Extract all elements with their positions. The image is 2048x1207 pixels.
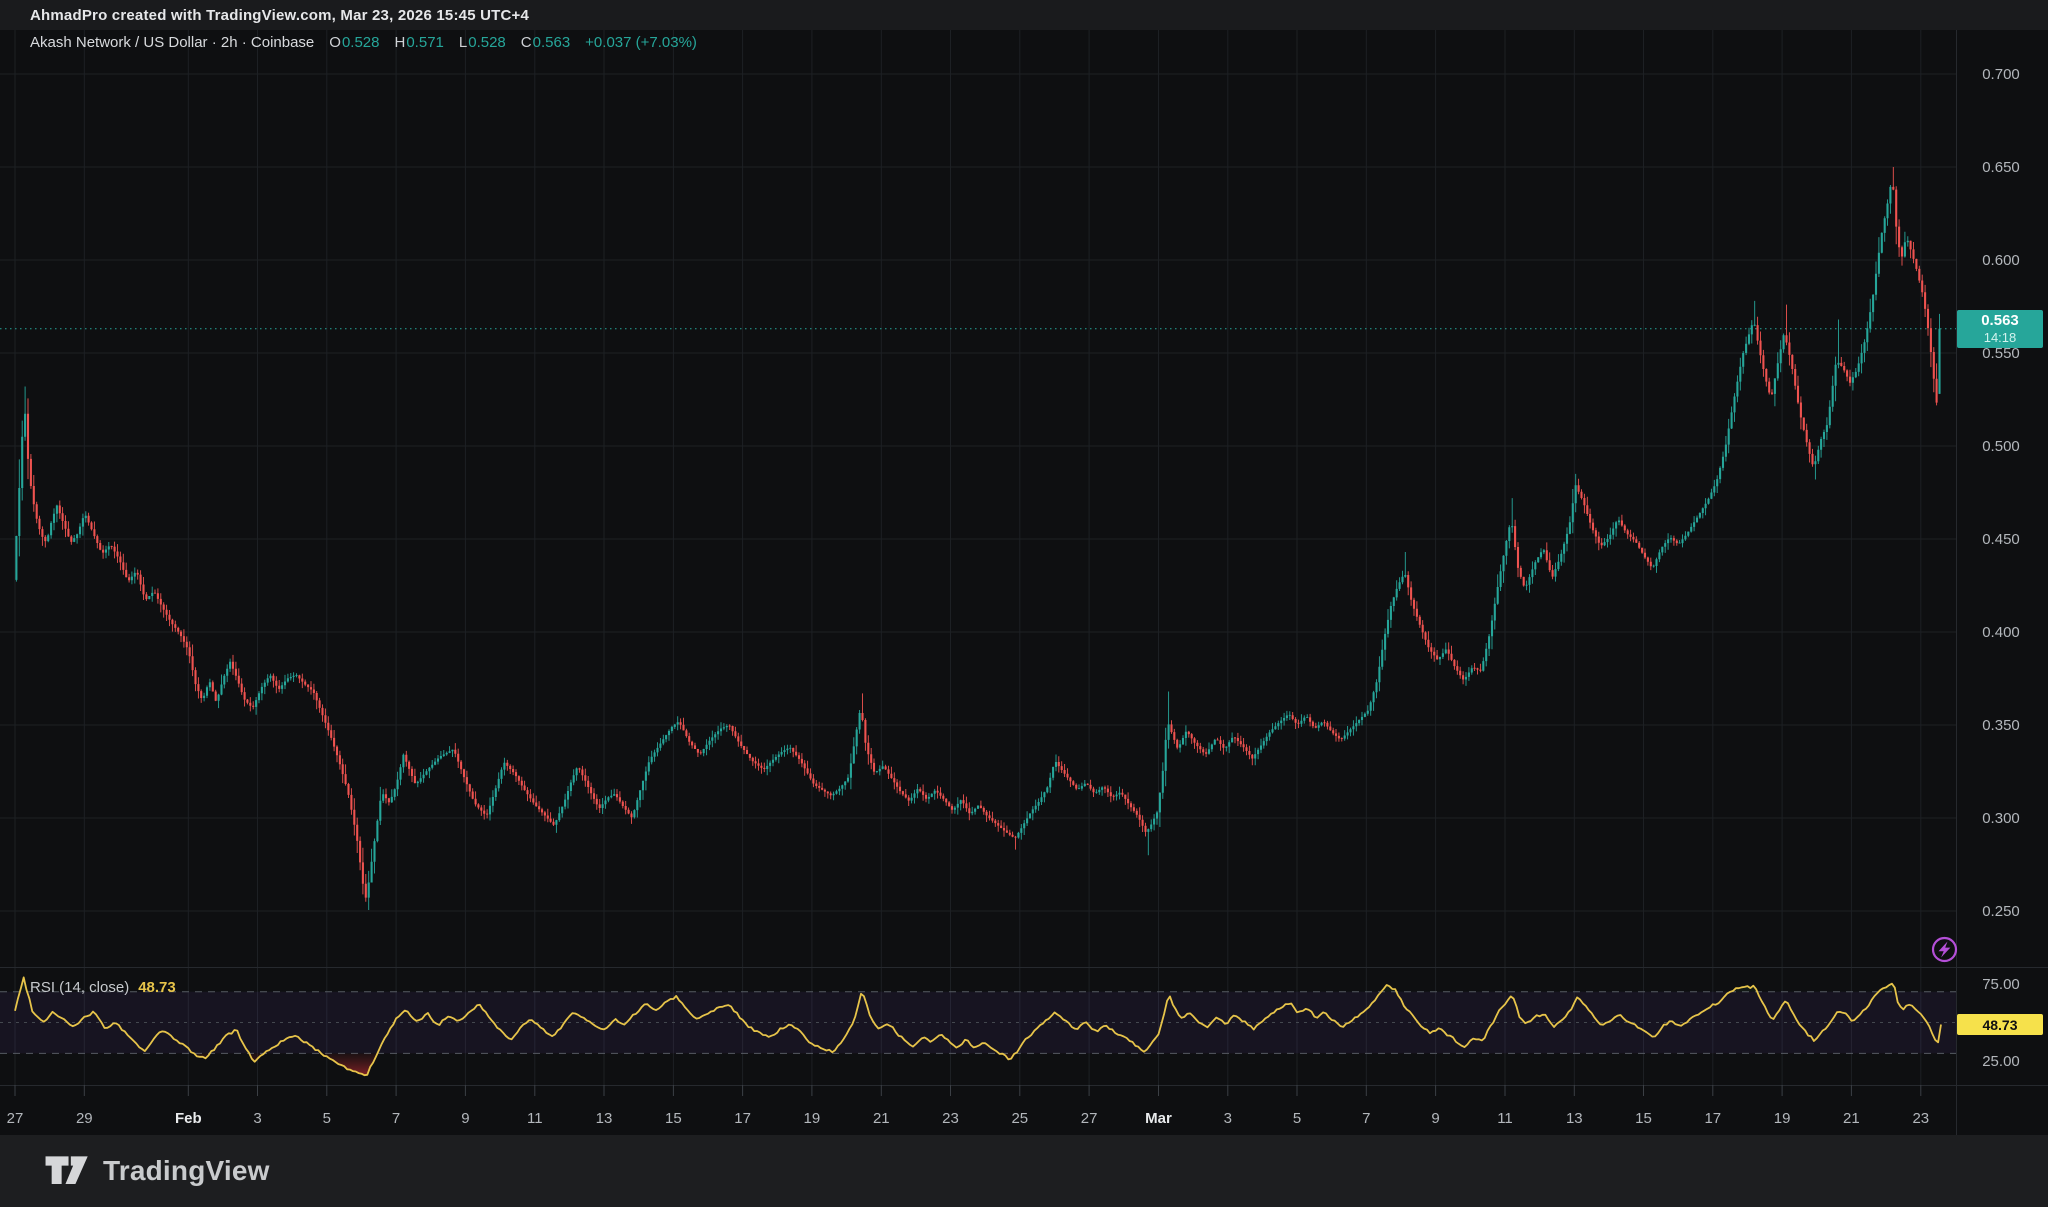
rsi-indicator-value: 48.73 [138, 979, 176, 996]
attribution-bar: AhmadPro created with TradingView.com, M… [0, 0, 2048, 30]
price-axis-tick: 0.400 [1982, 624, 2020, 641]
rsi-value-label: 48.73 [1957, 1014, 2043, 1035]
tradingview-brand-text[interactable]: TradingView [103, 1155, 270, 1187]
price-axis-tick: 0.250 [1982, 903, 2020, 920]
attribution-text: AhmadPro created with TradingView.com, M… [30, 7, 529, 24]
time-axis-tick: 9 [1431, 1110, 1439, 1127]
symbol-title[interactable]: Akash Network / US Dollar · 2h · Coinbas… [30, 34, 314, 51]
rsi-pane [0, 977, 1956, 1075]
price-axis-tick: 0.600 [1982, 252, 2020, 269]
rsi-indicator-title: RSI (14, close) [30, 979, 129, 996]
price-axis-tick: 0.650 [1982, 159, 2020, 176]
price-change: +0.037 (+7.03%) [585, 34, 697, 51]
up-candle-bodies [16, 187, 1939, 898]
ohlc-high: H0.571 [395, 34, 444, 51]
tradingview-widget: 0.7000.6500.6000.5500.5000.4500.4000.350… [0, 0, 2048, 1207]
time-axis-tick: 13 [1566, 1110, 1583, 1127]
ohlc-low: L0.528 [459, 34, 506, 51]
price-axis-tick: 0.350 [1982, 717, 2020, 734]
time-axis-tick: 21 [873, 1110, 890, 1127]
rsi-axis-tick: 25.00 [1982, 1053, 2020, 1070]
time-axis-tick: 3 [1224, 1110, 1232, 1127]
grid-layer [0, 30, 1956, 1085]
time-axis-tick: 5 [323, 1110, 331, 1127]
time-axis-tick: 13 [596, 1110, 613, 1127]
time-axis-tick: 7 [392, 1110, 400, 1127]
rsi-axis-tick: 75.00 [1982, 976, 2020, 993]
last-price-value: 0.563 [1981, 312, 2019, 330]
rsi-indicator-legend[interactable]: RSI (14, close) 48.73 [30, 979, 176, 996]
time-axis-tick: 17 [1704, 1110, 1721, 1127]
time-axis-tick: 11 [1497, 1110, 1513, 1127]
time-axis-tick: 15 [665, 1110, 682, 1127]
time-axis-tick: 17 [734, 1110, 751, 1127]
time-axis-tick: 25 [1011, 1110, 1028, 1127]
tradingview-logo-icon[interactable] [44, 1153, 90, 1189]
price-axis-tick: 0.500 [1982, 438, 2020, 455]
down-candle-bodies [28, 187, 1937, 898]
last-price-label: 0.563 14:18 [1957, 310, 2043, 348]
price-axis-tick: 0.300 [1982, 810, 2020, 827]
time-axis-tick: 23 [1912, 1110, 1929, 1127]
candle-countdown: 14:18 [1984, 330, 2017, 346]
chart-canvas[interactable]: 0.7000.6500.6000.5500.5000.4500.4000.350… [0, 0, 2048, 1207]
boost-button[interactable] [1928, 933, 1961, 966]
lightning-icon [1939, 942, 1951, 958]
time-axis-tick: 21 [1843, 1110, 1860, 1127]
time-axis-tick: 19 [1774, 1110, 1791, 1127]
time-axis-tick: 27 [1081, 1110, 1098, 1127]
time-axis-tick: 11 [527, 1110, 543, 1127]
time-axis-tick: 23 [942, 1110, 959, 1127]
time-axis-tick: Feb [175, 1110, 202, 1127]
time-axis-tick: Mar [1145, 1110, 1172, 1127]
time-axis-tick: 29 [76, 1110, 93, 1127]
price-axis-tick: 0.450 [1982, 531, 2020, 548]
ohlc-open: O0.528 [329, 34, 379, 51]
time-axis-tick: 19 [804, 1110, 821, 1127]
time-axis-tick: 5 [1293, 1110, 1301, 1127]
up-candle-wicks [16, 185, 1939, 910]
ohlc-close: C0.563 [521, 34, 570, 51]
time-axis-tick: 15 [1635, 1110, 1652, 1127]
time-axis-tick: 3 [253, 1110, 261, 1127]
time-axis-tick: 9 [461, 1110, 469, 1127]
down-candle-wicks [28, 167, 1937, 902]
price-axis-tick: 0.700 [1982, 66, 2020, 83]
time-axis-tick: 7 [1362, 1110, 1370, 1127]
footer-bar: TradingView [0, 1135, 2048, 1207]
time-axis-tick: 27 [7, 1110, 24, 1127]
symbol-info-bar: Akash Network / US Dollar · 2h · Coinbas… [30, 34, 697, 51]
